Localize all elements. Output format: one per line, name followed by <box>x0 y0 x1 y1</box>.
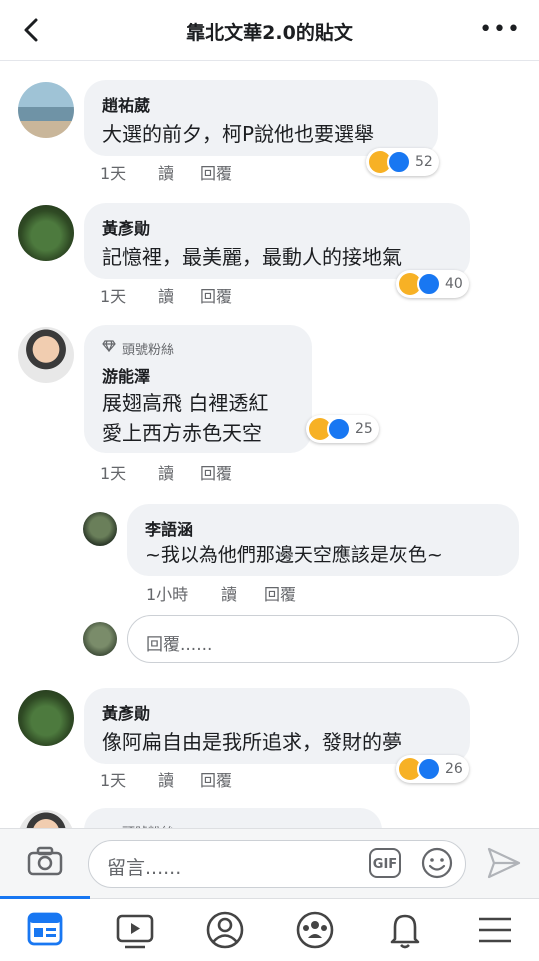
groups-icon <box>296 911 334 949</box>
comment-time: 1天 <box>100 164 127 183</box>
avatar[interactable] <box>18 82 74 138</box>
comment-author[interactable]: 趙祐葳 <box>102 92 150 116</box>
like-reaction-icon <box>327 417 351 441</box>
reply-time: 1小時 <box>146 585 189 604</box>
reply-text: ~我以為他們那邊天空應該是灰色~ <box>145 544 443 566</box>
profile-icon <box>206 911 244 949</box>
comment-author[interactable]: 黃彥勛 <box>102 700 150 724</box>
comment-bubble: 趙祐葳 大選的前夕，柯P說他也要選舉 <box>84 80 438 156</box>
reaction-summary[interactable]: 26 <box>396 755 469 783</box>
active-tab-indicator <box>0 896 90 899</box>
reply-link[interactable]: 回覆 <box>264 581 296 605</box>
comment-text: 展翅高飛 白裡透紅 <box>102 391 269 415</box>
comment-text: 大選的前夕，柯P說他也要選舉 <box>102 122 375 146</box>
reply-link[interactable]: 回覆 <box>200 767 232 791</box>
read-link[interactable]: 讀 <box>158 460 174 484</box>
comment-text: 記憶裡，最美麗，最動人的接地氣 <box>102 245 402 269</box>
comment-author[interactable]: 游能澤 <box>102 363 150 387</box>
comment-bubble: 黃彥勛 像阿扁自由是我所追求，發財的夢 <box>84 688 470 764</box>
comment-bubble: 黃彥勛 記憶裡，最美麗，最動人的接地氣 <box>84 203 470 279</box>
tab-bar <box>0 898 539 961</box>
smiley-icon[interactable] <box>421 847 453 879</box>
comment-time: 1天 <box>100 287 127 306</box>
comment-text: 像阿扁自由是我所追求，發財的夢 <box>102 730 402 754</box>
avatar[interactable] <box>18 205 74 261</box>
reaction-summary[interactable]: 52 <box>366 148 439 176</box>
menu-icon <box>479 917 511 943</box>
page-title: 靠北文華2.0的貼文 <box>186 22 353 44</box>
read-link[interactable]: 讀 <box>158 283 174 307</box>
top-fan-badge: 頭號粉絲 <box>122 343 175 358</box>
reaction-count: 52 <box>415 154 433 170</box>
reaction-count: 40 <box>445 276 463 292</box>
reaction-summary[interactable]: 25 <box>306 415 379 443</box>
comment-time: 1天 <box>100 771 127 790</box>
tab-menu[interactable] <box>465 905 525 955</box>
reply-placeholder: 回覆...... <box>146 635 213 655</box>
comment-time: 1天 <box>100 464 127 483</box>
reply-input[interactable]: 回覆...... <box>127 615 519 663</box>
watch-icon <box>116 914 154 949</box>
comment-bubble: 頭號粉絲 游能澤 展翅高飛 白裡透紅 愛上西方赤色天空 <box>84 325 312 453</box>
avatar[interactable] <box>83 512 117 546</box>
send-icon[interactable] <box>486 846 522 880</box>
read-link[interactable]: 讀 <box>158 160 174 184</box>
tab-watch[interactable] <box>105 905 165 955</box>
reply-link[interactable]: 回覆 <box>200 460 232 484</box>
reaction-summary[interactable]: 40 <box>396 270 469 298</box>
more-dots-icon[interactable]: ••• <box>479 19 521 41</box>
tab-groups[interactable] <box>285 905 345 955</box>
like-reaction-icon <box>417 272 441 296</box>
reply-link[interactable]: 回覆 <box>200 283 232 307</box>
like-reaction-icon <box>417 757 441 781</box>
comment-author[interactable]: 黃彥勛 <box>102 215 150 239</box>
tab-notifications[interactable] <box>375 905 435 955</box>
gif-button[interactable]: GIF <box>369 848 401 878</box>
comment-placeholder: 留言...... <box>107 857 182 879</box>
reply-bubble: 李語涵 ~我以為他們那邊天空應該是灰色~ <box>127 504 519 576</box>
comment-text: 愛上西方赤色天空 <box>102 421 262 445</box>
tab-profile[interactable] <box>195 905 255 955</box>
bell-icon <box>390 914 420 949</box>
top-bar: 靠北文華2.0的貼文 ••• <box>0 0 539 61</box>
comment-input[interactable]: 留言...... GIF <box>88 840 466 888</box>
diamond-icon <box>102 340 116 352</box>
reaction-count: 26 <box>445 761 463 777</box>
camera-icon[interactable] <box>27 846 63 876</box>
reply-author[interactable]: 李語涵 <box>145 516 193 540</box>
avatar[interactable] <box>18 690 74 746</box>
read-link[interactable]: 讀 <box>158 767 174 791</box>
avatar[interactable] <box>18 327 74 383</box>
avatar <box>83 622 117 656</box>
news-feed-icon <box>27 912 63 946</box>
reaction-count: 25 <box>355 421 373 437</box>
tab-news-feed[interactable] <box>15 905 75 955</box>
reply-link[interactable]: 回覆 <box>200 160 232 184</box>
like-reaction-icon <box>387 150 411 174</box>
read-link[interactable]: 讀 <box>221 581 237 605</box>
